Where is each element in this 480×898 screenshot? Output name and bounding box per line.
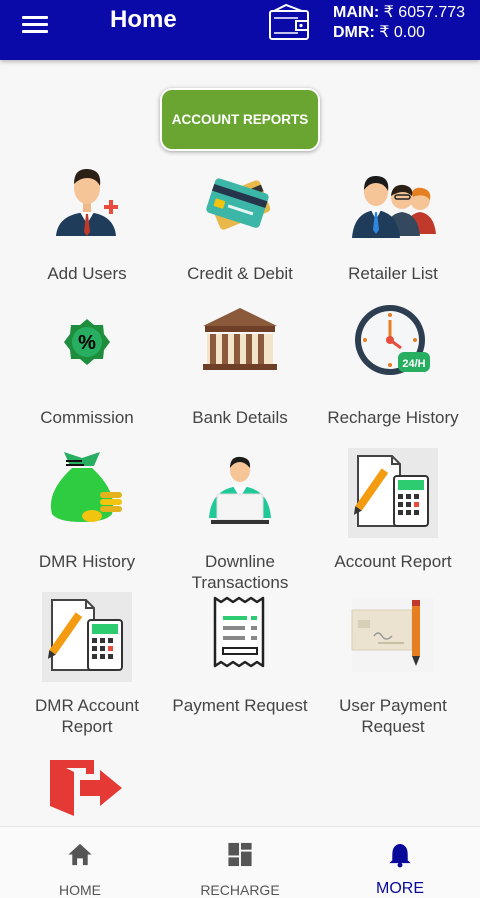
tile-dmr-history[interactable]: DMR History xyxy=(7,448,167,572)
main-balance: MAIN: ₹ 6057.773 xyxy=(333,4,466,21)
cheque-pencil-icon xyxy=(351,598,434,672)
tile-commission[interactable]: % Commission xyxy=(7,304,167,428)
tile-label: User Payment Request xyxy=(339,696,447,736)
calculator-report-icon xyxy=(348,448,438,538)
tile-payment-request[interactable]: Payment Request xyxy=(160,592,320,716)
tile-label: Account Report xyxy=(334,552,452,571)
bell-icon xyxy=(389,843,411,868)
tile-label: Recharge History xyxy=(327,408,459,427)
tile-label: Bank Details xyxy=(192,408,288,427)
tile-label: Commission xyxy=(40,408,134,427)
page-title: Home xyxy=(110,6,177,33)
nav-more-label: MORE xyxy=(376,880,424,897)
wallet-icon[interactable] xyxy=(268,3,310,43)
people-group-icon xyxy=(352,175,436,238)
tile-dmr-account-report[interactable]: DMR Account Report xyxy=(7,592,167,737)
tile-label: DMR Account Report xyxy=(35,696,139,736)
svg-text:%: % xyxy=(78,332,96,354)
nav-more[interactable]: MORE xyxy=(320,827,480,898)
bottom-navigation: HOME RECHARGE MORE xyxy=(0,826,480,898)
tile-label: Add Users xyxy=(47,264,127,283)
tile-add-users[interactable]: Add Users xyxy=(7,160,167,284)
grid-icon xyxy=(228,842,252,867)
person-laptop-icon xyxy=(209,456,271,524)
dmr-balance: DMR: ₹ 0.00 xyxy=(333,24,425,41)
tile-retailer-list[interactable]: Retailer List xyxy=(313,160,473,284)
nav-home[interactable]: HOME xyxy=(0,827,160,898)
tile-recharge-history[interactable]: 24/H Recharge History xyxy=(313,304,473,428)
tile-label: Retailer List xyxy=(348,264,438,283)
percent-badge-icon: % xyxy=(64,319,110,365)
receipt-icon xyxy=(213,596,265,668)
balances: MAIN: ₹ 6057.773 DMR: ₹ 0.00 xyxy=(333,3,465,43)
home-icon xyxy=(68,843,92,866)
tile-label: DMR History xyxy=(38,552,136,571)
tile-bank-details[interactable]: Bank Details xyxy=(160,304,320,428)
credit-card-icon xyxy=(206,178,271,230)
tile-account-report[interactable]: Account Report xyxy=(313,448,473,572)
tile-label: Payment Request xyxy=(172,696,308,715)
money-bag-icon xyxy=(50,452,122,522)
bank-icon xyxy=(203,308,277,370)
tile-logout[interactable] xyxy=(7,740,167,835)
clock-24h-icon: 24/H xyxy=(355,305,430,375)
logout-icon xyxy=(50,760,122,816)
tile-credit-debit[interactable]: Credit & Debit xyxy=(160,160,320,284)
app-header: Home MAIN: ₹ 6057.773 DMR: ₹ 0.00 xyxy=(0,0,480,60)
add-user-icon xyxy=(56,168,118,236)
nav-home-label: HOME xyxy=(59,882,101,898)
tile-downline-transactions[interactable]: Downline Transactions xyxy=(160,448,320,593)
tile-label: Credit & Debit xyxy=(187,264,293,283)
tile-user-payment-request[interactable]: User Payment Request xyxy=(313,592,473,737)
nav-recharge[interactable]: RECHARGE xyxy=(160,827,320,898)
menu-icon[interactable] xyxy=(22,12,52,36)
account-reports-button[interactable]: ACCOUNT REPORTS xyxy=(160,88,320,151)
calculator-report-icon xyxy=(42,592,132,682)
svg-text:24/H: 24/H xyxy=(402,358,425,370)
tile-label: Downline Transactions xyxy=(191,552,289,592)
nav-recharge-label: RECHARGE xyxy=(200,882,280,898)
